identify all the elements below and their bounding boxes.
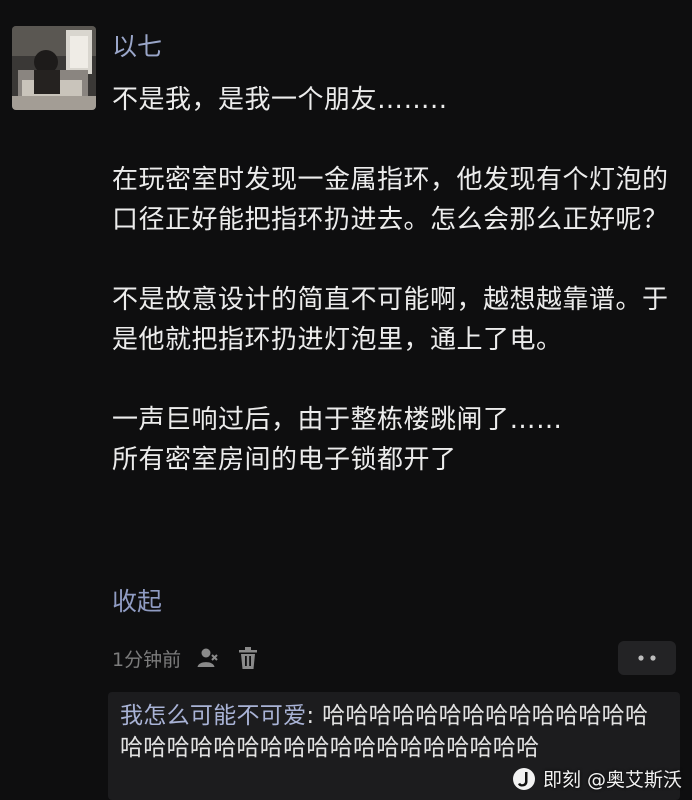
trash-icon[interactable]: [235, 645, 261, 671]
reply-separator: :: [306, 703, 323, 729]
collapse-link[interactable]: 收起: [112, 584, 162, 620]
reply-author[interactable]: 我怎么可能不可爱: [120, 703, 306, 729]
comment-paragraph: 不是我，是我一个朋友……..: [112, 85, 448, 115]
more-dots-icon: [638, 655, 656, 661]
comment-paragraph: 一声巨响过后，由于整栋楼跳闸了…… 所有密室房间的电子锁都开了: [112, 405, 563, 475]
jike-logo-icon: [512, 767, 535, 790]
comment-body: 不是我，是我一个朋友…….. 在玩密室时发现一金属指环，他发现有个灯泡的口径正好…: [112, 80, 682, 480]
comment-author[interactable]: 以七: [112, 30, 162, 64]
comment-paragraph: 在玩密室时发现一金属指环，他发现有个灯泡的口径正好能把指环扔进去。怎么会那么正好…: [112, 165, 669, 235]
avatar-photo: [12, 26, 96, 110]
user-icon[interactable]: [195, 645, 221, 671]
reply-text: 我怎么可能不可爱: 哈哈哈哈哈哈哈哈哈哈哈哈哈哈哈哈哈哈哈哈哈哈哈哈哈哈哈哈哈哈…: [120, 700, 670, 764]
comment-paragraph: 不是故意设计的简直不可能啊，越想越靠谱。于是他就把指环扔进灯泡里，通上了电。: [112, 285, 669, 355]
avatar[interactable]: [12, 26, 96, 110]
more-button[interactable]: [618, 641, 676, 675]
timestamp: 1分钟前: [112, 648, 182, 671]
watermark-text: 即刻 @奥艾斯沃: [542, 769, 682, 791]
watermark: 即刻 @奥艾斯沃: [512, 765, 682, 792]
comment-meta: 1分钟前: [112, 640, 261, 676]
